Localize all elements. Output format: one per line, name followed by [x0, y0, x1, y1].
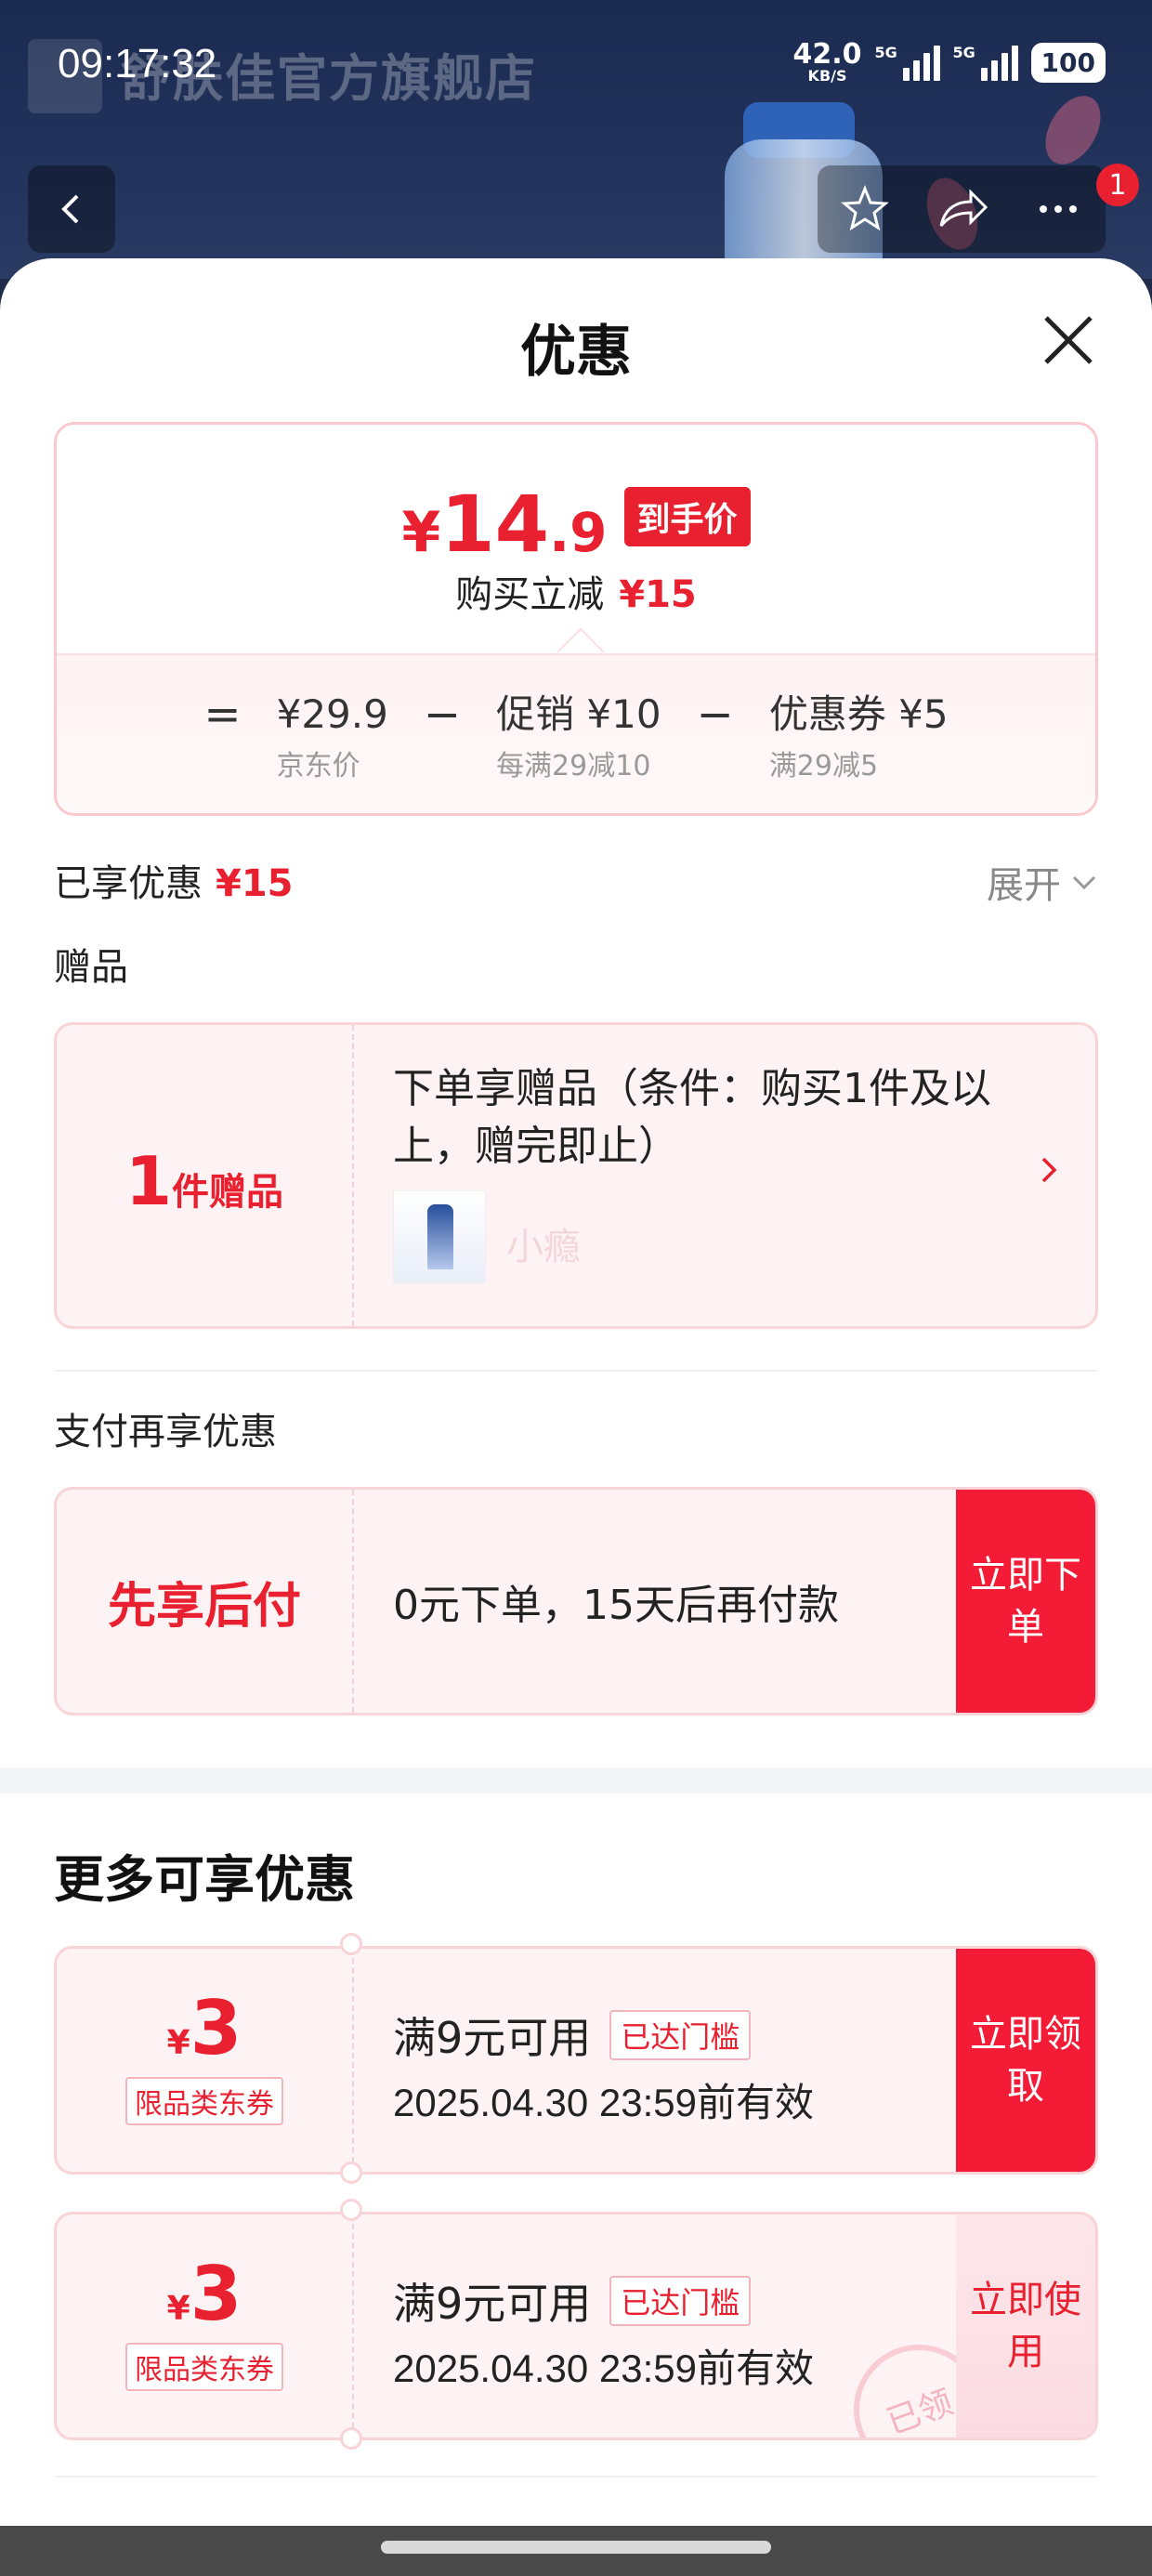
- expand-button[interactable]: 展开: [987, 855, 1098, 909]
- instant-reduction: 购买立减 ¥15: [57, 564, 1095, 618]
- signal-icon: 5G: [875, 44, 940, 81]
- coupon-rule: 满29减5: [768, 750, 879, 782]
- status-indicators: 42.0 KB/S 5G 5G 100: [793, 41, 1106, 84]
- promo-amount: 促销 ¥10: [496, 691, 661, 737]
- network-speed: 42.0 KB/S: [793, 41, 862, 84]
- chevron-left-icon: [61, 194, 79, 224]
- coupon-notch: [340, 2199, 362, 2221]
- claim-coupon-button[interactable]: 立即领取: [956, 1949, 1095, 2172]
- battery-icon: 100: [1030, 42, 1106, 83]
- header-actions: [818, 165, 1106, 253]
- chevron-right-icon: [1041, 1157, 1057, 1183]
- coupon-type-badge: 限品类东券: [125, 2077, 283, 2125]
- coupon-amount: 优惠券 ¥5: [768, 691, 949, 737]
- gift-thumbnail[interactable]: [393, 1190, 486, 1283]
- coupon-item: 优惠券 ¥5 满29减5: [769, 689, 949, 783]
- pay-later-title: 先享后付: [57, 1490, 354, 1713]
- coupon-amount-value: 3: [190, 1985, 242, 2071]
- jd-price-item: ¥29.9 京东价: [277, 689, 388, 783]
- coupon-notch: [340, 1933, 362, 1955]
- chevron-down-icon: [1072, 875, 1096, 890]
- payment-section-label: 支付再享优惠: [54, 1411, 277, 1453]
- divider: [54, 1370, 1098, 1372]
- home-indicator[interactable]: [381, 2541, 771, 2554]
- reduction-label: 购买立减: [455, 573, 605, 616]
- jd-price-label: 京东价: [276, 750, 360, 782]
- coupon-condition-text: 满9元可用: [393, 2013, 592, 2063]
- minus-sign: −: [696, 689, 734, 741]
- expand-label: 展开: [987, 864, 1061, 907]
- gift-count-number: 1: [124, 1142, 173, 1220]
- coupon-type-badge: 限品类东券: [125, 2343, 283, 2391]
- network-speed-unit: KB/S: [807, 67, 847, 85]
- pay-later-card: 先享后付 0元下单，15天后再付款 立即下单: [54, 1487, 1098, 1715]
- reduction-amount: ¥15: [619, 573, 697, 616]
- threshold-reached-badge: 已达门槛: [609, 2276, 752, 2326]
- coupon-condition: 满9元可用 已达门槛: [393, 2270, 752, 2332]
- petal-decoration: [1034, 85, 1112, 175]
- equals-sign: =: [203, 689, 242, 741]
- gift-item-name: 小瘾: [506, 1226, 581, 1268]
- enjoyed-discount: 已享优惠 ¥15: [54, 853, 294, 907]
- coupon-currency: ¥: [166, 2024, 190, 2062]
- more-icon[interactable]: [1032, 183, 1084, 235]
- signal-icon: 5G: [953, 44, 1018, 81]
- sim1-label: 5G: [874, 44, 897, 61]
- final-price: ¥ 14 .9 到手价: [57, 479, 1095, 570]
- pay-later-description: 0元下单，15天后再付款: [393, 1582, 839, 1629]
- price-decimal: .9: [549, 501, 608, 564]
- enjoyed-label: 已享优惠: [54, 862, 203, 905]
- jd-price: ¥29.9: [276, 691, 388, 737]
- coupon-card: ¥ 3 限品类东券 满9元可用 已达门槛 2025.04.30 23:59前有效…: [54, 1946, 1098, 2175]
- coupon-condition: 满9元可用 已达门槛: [393, 2004, 752, 2066]
- price-integer: 14: [440, 479, 550, 570]
- share-icon[interactable]: [934, 183, 989, 235]
- promo-rule: 每满29减10: [496, 750, 651, 782]
- gift-count-unit: 件赠品: [172, 1171, 284, 1214]
- gift-count: 1 件赠品: [57, 1025, 354, 1326]
- price-currency: ¥: [401, 500, 441, 565]
- network-speed-value: 42.0: [792, 38, 862, 71]
- coupon-value: ¥ 3 限品类东券: [57, 1949, 354, 2172]
- coupon-card: ¥ 3 限品类东券 满9元可用 已达门槛 2025.04.30 23:59前有效…: [54, 2212, 1098, 2440]
- coupon-validity: 2025.04.30 23:59前有效: [393, 2081, 814, 2124]
- minus-sign: −: [423, 689, 462, 741]
- more-offers-title: 更多可享优惠: [54, 1850, 355, 1909]
- star-icon[interactable]: [839, 183, 891, 235]
- gift-description: 下单享赠品（条件：购买1件及以上，赠完即止）: [393, 1065, 991, 1170]
- coupon-currency: ¥: [166, 2290, 190, 2328]
- discount-sheet: 优惠 ¥ 14 .9 到手价 购买立减 ¥15 = ¥29.9 京东价 − 促销…: [0, 258, 1152, 2526]
- promo-item: 促销 ¥10 每满29减10: [496, 689, 661, 783]
- coupon-value: ¥ 3 限品类东券: [57, 2215, 354, 2438]
- divider: [54, 2476, 1098, 2477]
- close-icon[interactable]: [1039, 310, 1098, 370]
- status-time: 09:17:32: [58, 41, 217, 86]
- final-price-summary: ¥ 14 .9 到手价 购买立减 ¥15: [57, 425, 1095, 653]
- section-separator: [0, 1768, 1152, 1794]
- coupon-amount-value: 3: [190, 2251, 242, 2337]
- gift-section-label: 赠品: [54, 946, 128, 989]
- sheet-title: 优惠: [520, 320, 632, 385]
- notification-badge: 1: [1096, 164, 1139, 206]
- coupon-notch: [340, 2427, 362, 2450]
- coupon-amount: ¥ 3: [57, 1991, 352, 2066]
- coupon-amount: ¥ 3: [57, 2257, 352, 2332]
- gift-card[interactable]: 1 件赠品 下单享赠品（条件：购买1件及以上，赠完即止） 小瘾: [54, 1022, 1098, 1329]
- threshold-reached-badge: 已达门槛: [609, 2010, 752, 2060]
- final-price-card: ¥ 14 .9 到手价 购买立减 ¥15 = ¥29.9 京东价 − 促销 ¥10…: [54, 422, 1098, 816]
- coupon-condition-text: 满9元可用: [393, 2279, 592, 2329]
- coupon-validity: 2025.04.30 23:59前有效: [393, 2346, 814, 2390]
- enjoyed-amount: ¥15: [216, 862, 294, 905]
- order-now-button[interactable]: 立即下单: [956, 1490, 1095, 1713]
- back-button[interactable]: [28, 165, 115, 253]
- sim2-label: 5G: [952, 44, 975, 61]
- price-breakdown: = ¥29.9 京东价 − 促销 ¥10 每满29减10 − 优惠券 ¥5 满2…: [57, 653, 1095, 813]
- price-formula: = ¥29.9 京东价 − 促销 ¥10 每满29减10 − 优惠券 ¥5 满2…: [57, 689, 1095, 783]
- final-price-tag: 到手价: [623, 487, 751, 546]
- coupon-notch: [340, 2162, 362, 2184]
- use-coupon-button[interactable]: 立即使用: [956, 2215, 1095, 2438]
